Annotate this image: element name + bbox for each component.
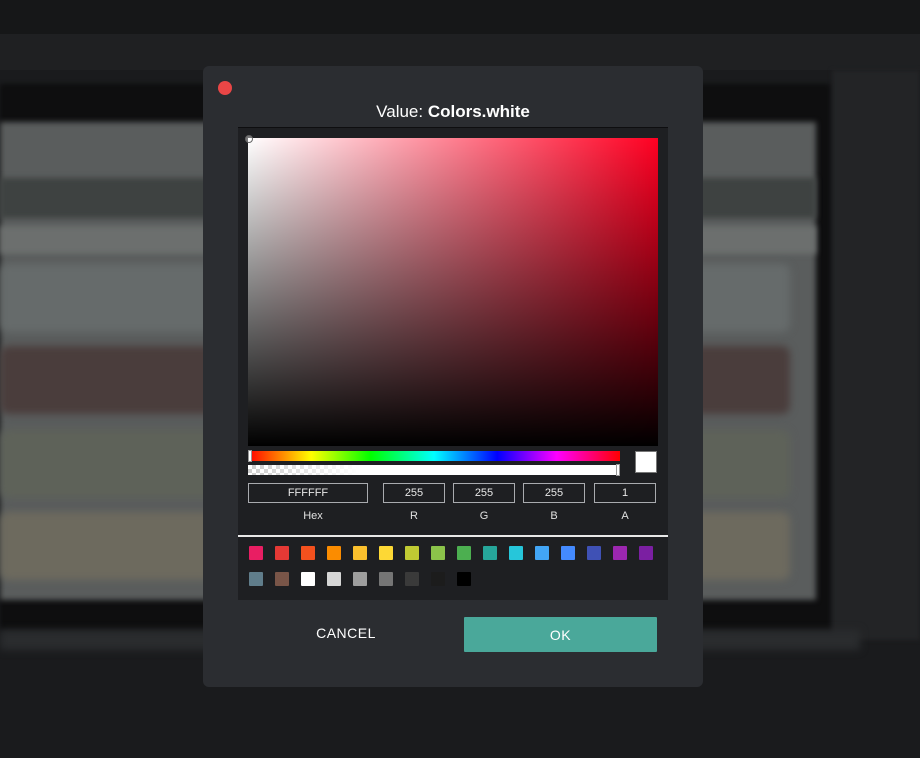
- palette-swatch[interactable]: [405, 546, 419, 560]
- blue-input[interactable]: [523, 483, 585, 503]
- palette-swatch[interactable]: [249, 572, 263, 586]
- title-value: Colors.white: [427, 102, 530, 121]
- blue-label: B: [550, 510, 558, 522]
- palette-swatch[interactable]: [483, 546, 497, 560]
- hex-input[interactable]: [248, 483, 368, 503]
- hue-slider[interactable]: [248, 450, 620, 462]
- palette-swatch[interactable]: [379, 572, 393, 586]
- palette-swatch[interactable]: [535, 546, 549, 560]
- palette-swatch[interactable]: [301, 572, 315, 586]
- green-input[interactable]: [453, 483, 515, 503]
- background-toolbar: [0, 34, 920, 70]
- palette-swatch[interactable]: [431, 572, 445, 586]
- palette-swatch[interactable]: [327, 572, 341, 586]
- cancel-button[interactable]: CANCEL: [298, 618, 394, 646]
- title-prefix: Value:: [376, 102, 428, 121]
- palette-swatch[interactable]: [275, 546, 289, 560]
- close-icon[interactable]: [218, 81, 232, 95]
- palette-swatch[interactable]: [379, 546, 393, 560]
- palette-swatch[interactable]: [587, 546, 601, 560]
- color-preview-swatch: [635, 451, 657, 473]
- alpha-input[interactable]: [594, 483, 656, 503]
- green-label: G: [479, 510, 489, 522]
- palette-swatch[interactable]: [509, 546, 523, 560]
- color-picker: Hex R G B A: [238, 127, 668, 600]
- palette-swatch[interactable]: [353, 546, 367, 560]
- palette-swatch[interactable]: [301, 546, 315, 560]
- red-label: R: [410, 510, 418, 522]
- red-input[interactable]: [383, 483, 445, 503]
- alpha-handle[interactable]: [616, 464, 620, 476]
- dialog-title: Value: Colors.white: [203, 102, 703, 122]
- palette-swatch[interactable]: [249, 546, 263, 560]
- palette-swatch[interactable]: [353, 572, 367, 586]
- alpha-slider[interactable]: [248, 464, 620, 476]
- palette-swatch[interactable]: [405, 572, 419, 586]
- palette-divider: [238, 535, 668, 537]
- alpha-label: A: [621, 510, 629, 522]
- ok-button[interactable]: OK: [464, 617, 657, 652]
- palette-swatch[interactable]: [327, 546, 341, 560]
- hex-label: Hex: [303, 510, 323, 522]
- palette-swatch[interactable]: [457, 546, 471, 560]
- palette-swatch[interactable]: [275, 572, 289, 586]
- palette-swatch[interactable]: [431, 546, 445, 560]
- background-top-bar: [0, 0, 920, 34]
- color-picker-dialog: Value: Colors.white Hex R G B A CANCEL O…: [203, 66, 703, 687]
- background-side-panel: [832, 70, 920, 640]
- saturation-handle[interactable]: [245, 135, 253, 143]
- saturation-value-area[interactable]: [245, 135, 658, 446]
- palette-swatch[interactable]: [561, 546, 575, 560]
- palette-swatch[interactable]: [639, 546, 653, 560]
- palette-swatch[interactable]: [613, 546, 627, 560]
- palette-swatch[interactable]: [457, 572, 471, 586]
- hue-handle[interactable]: [248, 450, 252, 462]
